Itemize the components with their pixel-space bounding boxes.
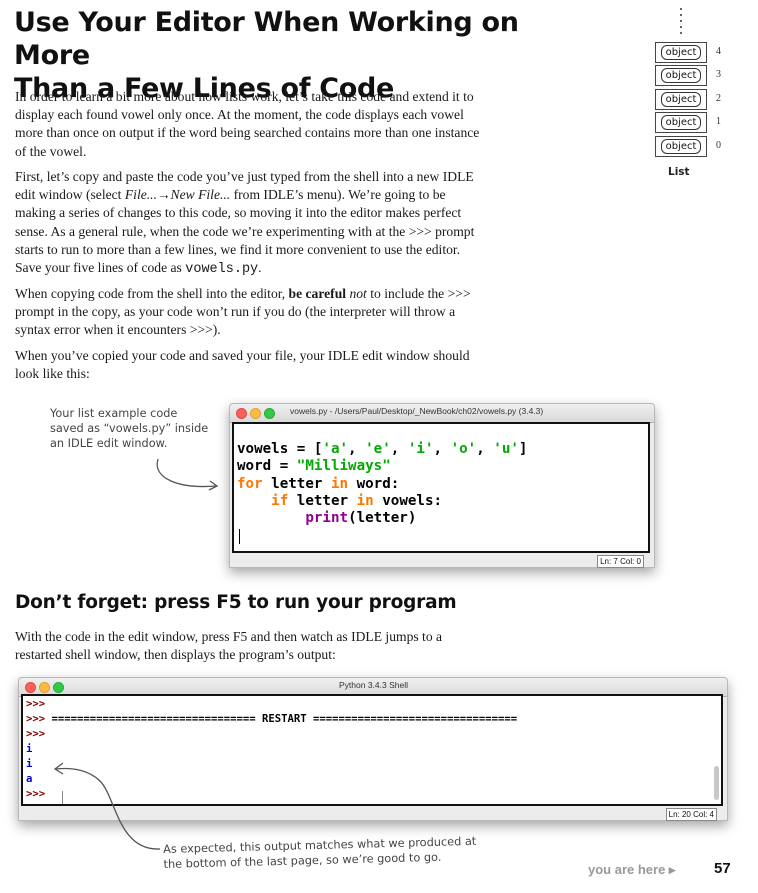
output-annotation-arrow-icon xyxy=(53,762,161,850)
shell-window-title: Python 3.4.3 Shell xyxy=(339,680,408,690)
output-annotation: As expected, this output matches what we… xyxy=(163,833,504,872)
list-slot-1: object 1 xyxy=(655,112,721,133)
editor-window-title: vowels.py - /Users/Paul/Desktop/_NewBook… xyxy=(290,406,544,416)
idle-editor-window: vowels.py - /Users/Paul/Desktop/_NewBook… xyxy=(229,403,655,568)
text-cursor xyxy=(239,529,240,544)
list-diagram-label: List xyxy=(668,166,690,178)
list-slot-object: object xyxy=(661,139,701,154)
editor-titlebar[interactable]: vowels.py - /Users/Paul/Desktop/_NewBook… xyxy=(230,404,654,423)
editor-text-area[interactable]: vowels = ['a', 'e', 'i', 'o', 'u'] word … xyxy=(232,422,650,553)
paragraph-run-program: With the code in the edit window, press … xyxy=(15,629,443,663)
emphasis-be-careful: be careful xyxy=(288,286,347,301)
editor-annotation-line: Your list example code xyxy=(50,407,178,420)
list-slot-index: 4 xyxy=(716,46,721,57)
scrollbar-thumb[interactable] xyxy=(714,766,719,800)
list-slot-4: object 4 xyxy=(655,42,721,63)
list-slot-object: object xyxy=(661,115,701,130)
list-slot-3: object 3 xyxy=(655,65,721,86)
editor-annotation-line: an IDLE edit window. xyxy=(50,437,168,450)
emphasis-not: not xyxy=(349,286,367,301)
close-icon[interactable] xyxy=(236,408,247,419)
zoom-icon[interactable] xyxy=(264,408,275,419)
page-number: 57 xyxy=(714,860,731,877)
list-slot-object: object xyxy=(661,92,701,107)
editor-annotation-line: saved as “vowels.py” inside xyxy=(50,422,209,435)
editor-code: vowels = ['a', 'e', 'i', 'o', 'u'] word … xyxy=(237,441,528,527)
annotation-arrow-icon xyxy=(156,458,219,491)
you-are-here-label: you are here ▸ xyxy=(588,862,676,877)
list-slot-2: object 2 xyxy=(655,89,721,110)
list-slot-index: 0 xyxy=(716,140,721,151)
paragraph-copy-to-editor: First, let’s copy and paste the code you… xyxy=(15,169,475,278)
close-icon[interactable] xyxy=(25,682,36,693)
list-continuation-dots xyxy=(679,8,683,38)
section-heading: Don’t forget: press F5 to run your progr… xyxy=(15,592,457,613)
list-slot-index: 1 xyxy=(716,116,721,127)
editor-status-bar: Ln: 7 Col: 0 xyxy=(597,555,644,568)
minimize-icon[interactable] xyxy=(250,408,261,419)
filename: vowels.py xyxy=(185,262,259,278)
paragraph-editor-look: When you’ve copied your code and saved y… xyxy=(15,348,470,382)
list-slot-0: object 0 xyxy=(655,136,721,157)
paragraph-intro: In order to learn a bit more about how l… xyxy=(15,89,480,159)
minimize-icon[interactable] xyxy=(39,682,50,693)
list-slot-index: 3 xyxy=(716,69,721,80)
list-slot-index: 2 xyxy=(716,93,721,104)
menu-path: File...→New File... xyxy=(124,187,231,203)
editor-annotation: Your list example code saved as “vowels.… xyxy=(50,406,220,451)
shell-status-bar: Ln: 20 Col: 4 xyxy=(665,808,717,821)
list-slot-object: object xyxy=(661,45,701,60)
page-title-line-1: Use Your Editor When Working on More xyxy=(14,7,519,71)
paragraph-careful: When copying code from the shell into th… xyxy=(15,286,471,338)
zoom-icon[interactable] xyxy=(53,682,64,693)
list-slot-object: object xyxy=(661,68,701,83)
